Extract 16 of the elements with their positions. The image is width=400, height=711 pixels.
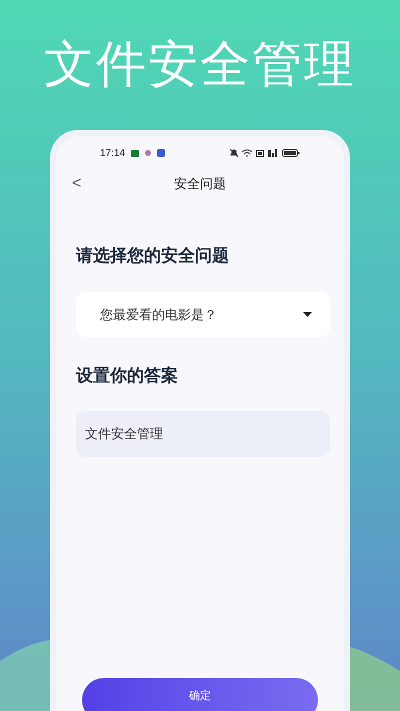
headline: 文件安全管理 (43, 34, 357, 94)
answer-field[interactable]: 文件安全管理 (76, 411, 330, 457)
battery-icon (282, 149, 300, 157)
signal-icon (268, 149, 278, 157)
wifi-icon (242, 149, 252, 157)
section-heading: 设置你的答案 (76, 365, 179, 387)
hd-icon (256, 150, 264, 156)
confirm-button[interactable]: 确定 (82, 678, 318, 711)
mute-bell-icon (230, 149, 238, 157)
section-heading: 请选择您的安全问题 (76, 245, 230, 267)
page-title: 安全问题 (174, 175, 226, 194)
status-time: 17:14 (100, 146, 126, 160)
dropdown-caret-icon (303, 312, 312, 317)
question-dropdown[interactable]: 您最爱看的电影是？ (76, 292, 330, 337)
dropdown-value: 您最爱看的电影是？ (100, 306, 217, 324)
back-button[interactable]: < (72, 172, 82, 196)
